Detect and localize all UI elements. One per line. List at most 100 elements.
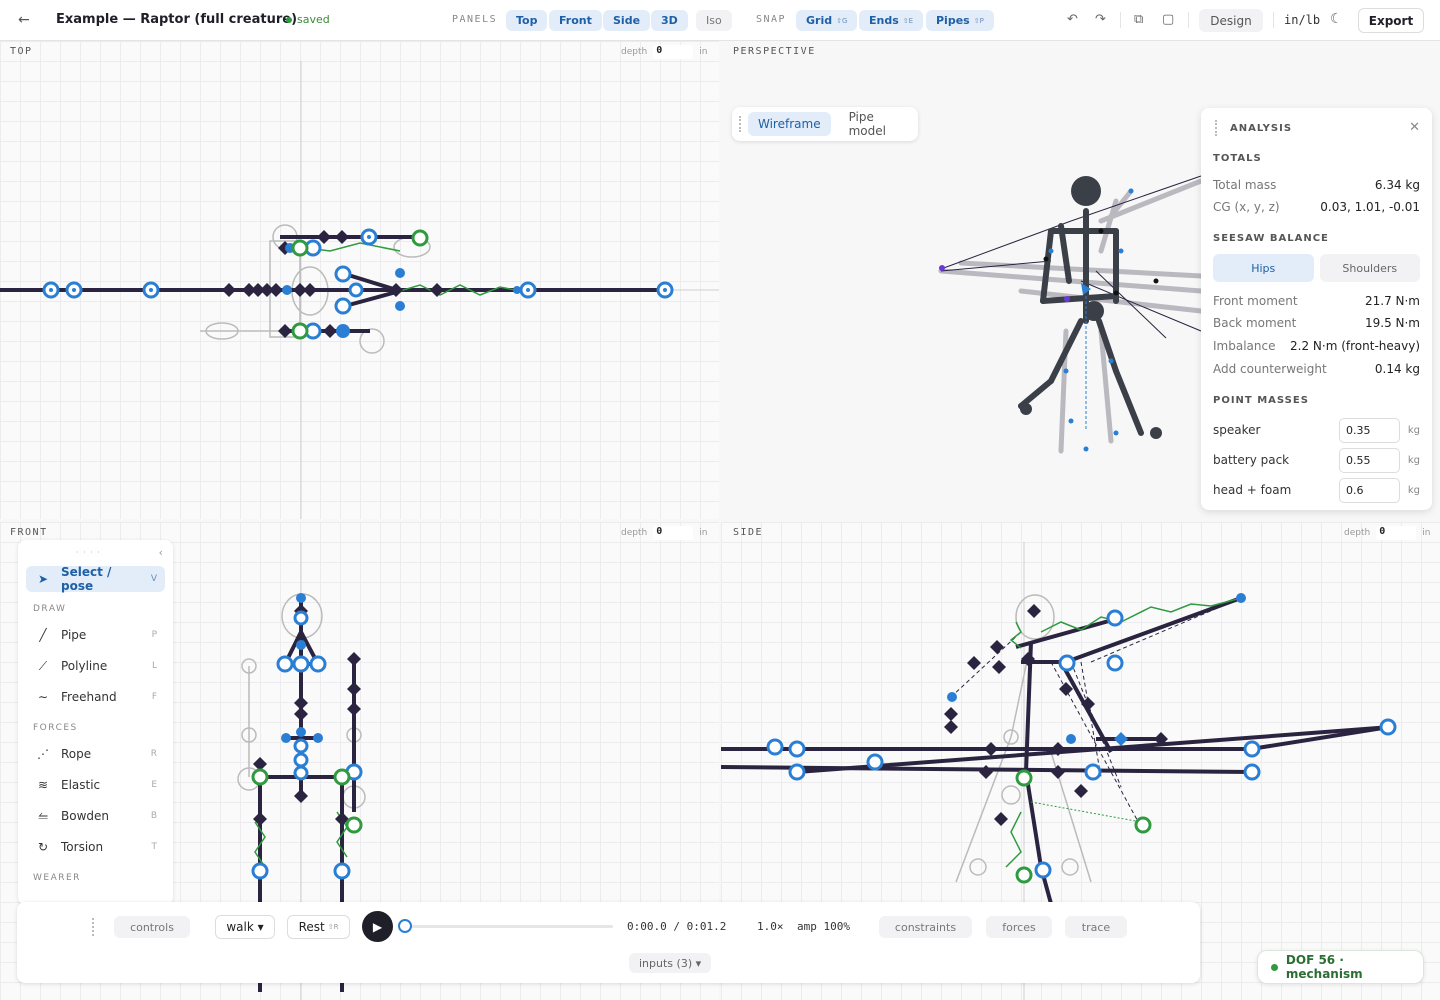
- point-mass-input[interactable]: 0.6: [1339, 477, 1400, 503]
- pane-title-side: SIDE: [733, 527, 764, 538]
- snap-ends-toggle[interactable]: Ends ⇧E: [859, 10, 924, 31]
- point-masses-heading: POINT MASSES: [1213, 395, 1309, 406]
- tool-freehand[interactable]: ∼ Freehand F: [26, 684, 165, 710]
- top-bar: ← Example — Raptor (full creature) saved…: [0, 0, 1440, 41]
- view-mode-wireframe[interactable]: Wireframe: [748, 112, 831, 136]
- drag-handle-icon[interactable]: [739, 116, 742, 132]
- amplitude-control[interactable]: amp 100%: [797, 920, 850, 933]
- tool-bowden[interactable]: ⥪ Bowden B: [26, 803, 165, 829]
- constraints-toggle[interactable]: constraints: [879, 916, 972, 938]
- tool-elastic[interactable]: ≋ Elastic E: [26, 772, 165, 798]
- close-icon[interactable]: ✕: [1409, 120, 1420, 135]
- draw-section-label: DRAW: [33, 604, 67, 614]
- imbalance-value: 2.2 N·m (front-heavy): [1290, 339, 1420, 353]
- tool-label: Bowden: [61, 809, 109, 823]
- cg-row: CG (x, y, z) 0.03, 1.01, -0.01: [1213, 200, 1420, 214]
- snap-pipes-label: Pipes: [936, 14, 970, 27]
- counterweight-row: Add counterweight 0.14 kg: [1213, 362, 1420, 376]
- top-view-drawing[interactable]: [0, 41, 719, 519]
- drag-handle-icon[interactable]: · · · ·: [76, 548, 101, 557]
- point-mass-row: speaker 0.35 kg: [1213, 417, 1420, 443]
- snap-ends-label: Ends: [869, 14, 899, 27]
- rest-button[interactable]: Rest ⇧R: [287, 915, 350, 939]
- forces-toggle[interactable]: forces: [986, 916, 1052, 938]
- depth-label: depth: [621, 47, 648, 57]
- snap-pipes-shortcut: ⇧P: [973, 16, 984, 25]
- dark-mode-icon[interactable]: ☾: [1330, 11, 1343, 27]
- time-readout: 0:00.0 / 0:01.2: [627, 920, 727, 933]
- point-mass-input[interactable]: 0.35: [1339, 417, 1400, 443]
- controls-toggle[interactable]: controls: [114, 916, 190, 938]
- tool-torsion[interactable]: ↻ Torsion T: [26, 834, 165, 860]
- depth-control-side: depth 0 in: [1344, 526, 1430, 540]
- tool-polyline[interactable]: ⟋ Polyline L: [26, 653, 165, 679]
- paste-icon[interactable]: ▢: [1162, 12, 1174, 27]
- imbalance-label: Imbalance: [1213, 339, 1276, 353]
- document-title: Example — Raptor (full creature): [56, 12, 298, 27]
- imbalance-row: Imbalance 2.2 N·m (front-heavy): [1213, 339, 1420, 353]
- inputs-dropdown[interactable]: inputs (3) ▾: [629, 953, 712, 973]
- divider: [1120, 12, 1121, 28]
- top-viewport[interactable]: TOP depth 0 in: [0, 41, 719, 519]
- design-mode-button[interactable]: Design: [1199, 9, 1263, 32]
- panel-toggle-front[interactable]: Front: [549, 10, 602, 31]
- panel-toggle-top[interactable]: Top: [506, 10, 548, 31]
- drag-handle-icon[interactable]: [92, 918, 96, 936]
- depth-input-front[interactable]: 0: [653, 526, 694, 540]
- tool-pipe[interactable]: ╱ Pipe P: [26, 622, 165, 648]
- copy-icon[interactable]: ⧉: [1134, 12, 1143, 27]
- play-icon[interactable]: ▶: [362, 911, 393, 942]
- back-arrow-icon[interactable]: ←: [18, 12, 30, 28]
- tab-shoulders[interactable]: Shoulders: [1319, 254, 1420, 282]
- saved-dot-icon: [286, 16, 292, 23]
- tool-label: Pipe: [61, 628, 87, 642]
- dof-status-badge[interactable]: DOF 56 · mechanism: [1257, 950, 1424, 984]
- gait-select[interactable]: walk ▾: [215, 915, 275, 939]
- forces-section-label: FORCES: [33, 723, 78, 733]
- depth-input-top[interactable]: 0: [653, 45, 694, 59]
- front-moment-label: Front moment: [1213, 294, 1298, 308]
- tool-shortcut: F: [151, 692, 157, 702]
- export-button[interactable]: Export: [1358, 8, 1424, 33]
- depth-control-front: depth 0 in: [621, 526, 707, 540]
- speed-control[interactable]: 1.0×: [757, 920, 784, 933]
- cg-label: CG (x, y, z): [1213, 200, 1280, 214]
- totals-heading: TOTALS: [1213, 153, 1262, 164]
- panel-toggle-iso[interactable]: Iso: [696, 10, 732, 31]
- view-mode-pipe-model[interactable]: Pipe model: [839, 105, 918, 143]
- depth-input-side[interactable]: 0: [1376, 526, 1417, 540]
- playback-bar: controls walk ▾ Rest ⇧R ▶ 0:00.0 / 0:01.2…: [17, 902, 1200, 983]
- tool-rope[interactable]: ⋰ Rope R: [26, 741, 165, 767]
- units-toggle[interactable]: in/lb: [1284, 13, 1320, 27]
- drag-handle-icon[interactable]: [1215, 120, 1218, 136]
- save-status: saved: [286, 13, 330, 26]
- snap-label: SNAP: [756, 14, 787, 25]
- panel-toggle-side[interactable]: Side: [603, 10, 651, 31]
- point-mass-input[interactable]: 0.55: [1339, 447, 1400, 473]
- save-status-label: saved: [297, 13, 330, 26]
- tool-select[interactable]: ➤ Select / pose V: [26, 565, 165, 593]
- divider: [1273, 12, 1274, 28]
- total-mass-row: Total mass 6.34 kg: [1213, 178, 1420, 192]
- redo-icon[interactable]: ↷: [1095, 12, 1106, 27]
- cg-value: 0.03, 1.01, -0.01: [1320, 200, 1420, 214]
- undo-icon[interactable]: ↶: [1067, 12, 1078, 27]
- counterweight-label: Add counterweight: [1213, 362, 1327, 376]
- trace-toggle[interactable]: trace: [1065, 916, 1127, 938]
- depth-unit: in: [699, 47, 708, 57]
- timeline-scrubber[interactable]: [398, 919, 412, 933]
- pane-title-top: TOP: [10, 46, 33, 57]
- depth-label: depth: [1344, 528, 1371, 538]
- tool-shortcut: V: [150, 574, 157, 584]
- point-mass-name: head + foam: [1213, 483, 1292, 497]
- panel-toggle-3d[interactable]: 3D: [651, 10, 688, 31]
- counterweight-value: 0.14 kg: [1374, 362, 1420, 376]
- freehand-icon: ∼: [37, 690, 49, 704]
- tool-shortcut: L: [151, 661, 157, 671]
- chevron-left-icon[interactable]: ‹: [159, 546, 163, 559]
- timeline-track[interactable]: [405, 925, 613, 928]
- snap-grid-toggle[interactable]: Grid ⇧G: [796, 10, 858, 31]
- tab-hips[interactable]: Hips: [1213, 254, 1314, 282]
- polyline-icon: ⟋: [38, 658, 48, 673]
- snap-pipes-toggle[interactable]: Pipes ⇧P: [926, 10, 994, 31]
